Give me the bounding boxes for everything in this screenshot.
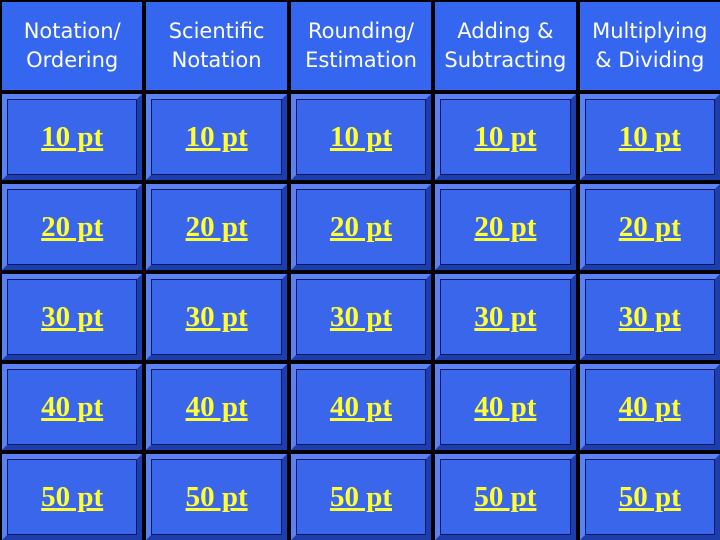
- point-value-link[interactable]: 40 pt: [330, 391, 392, 424]
- category-header: Rounding/ Estimation: [290, 2, 432, 90]
- point-value-link[interactable]: 40 pt: [474, 391, 536, 424]
- question-tile[interactable]: 10 pt: [146, 94, 287, 180]
- point-value-link[interactable]: 10 pt: [619, 121, 681, 154]
- point-value-link[interactable]: 30 pt: [619, 301, 681, 334]
- category-header: Notation/ Ordering: [2, 2, 143, 90]
- point-value-link[interactable]: 40 pt: [41, 391, 103, 424]
- question-tile[interactable]: 50 pt: [146, 454, 287, 540]
- point-value-link[interactable]: 30 pt: [474, 301, 536, 334]
- question-tile[interactable]: 30 pt: [579, 274, 720, 360]
- question-tile[interactable]: 10 pt: [2, 94, 143, 180]
- point-value-link[interactable]: 50 pt: [186, 481, 248, 514]
- point-value-link[interactable]: 30 pt: [186, 301, 248, 334]
- point-value-link[interactable]: 50 pt: [41, 481, 103, 514]
- point-value-link[interactable]: 20 pt: [474, 211, 536, 244]
- point-value-link[interactable]: 40 pt: [619, 391, 681, 424]
- question-tile[interactable]: 30 pt: [146, 274, 287, 360]
- point-value-link[interactable]: 10 pt: [474, 121, 536, 154]
- jeopardy-board: Notation/ Ordering Scientific Notation Rou…: [0, 0, 720, 540]
- point-value-link[interactable]: 10 pt: [186, 121, 248, 154]
- question-tile[interactable]: 10 pt: [290, 94, 432, 180]
- question-tile[interactable]: 20 pt: [290, 184, 432, 270]
- point-value-link[interactable]: 20 pt: [186, 211, 248, 244]
- category-header: Adding & Subtracting: [435, 2, 576, 90]
- point-value-link[interactable]: 20 pt: [330, 211, 392, 244]
- question-tile[interactable]: 40 pt: [146, 364, 287, 450]
- question-tile[interactable]: 20 pt: [435, 184, 576, 270]
- question-tile[interactable]: 20 pt: [146, 184, 287, 270]
- point-value-link[interactable]: 40 pt: [186, 391, 248, 424]
- point-value-link[interactable]: 50 pt: [619, 481, 681, 514]
- point-value-link[interactable]: 30 pt: [330, 301, 392, 334]
- question-tile[interactable]: 20 pt: [579, 184, 720, 270]
- point-value-link[interactable]: 50 pt: [474, 481, 536, 514]
- question-tile[interactable]: 40 pt: [579, 364, 720, 450]
- point-value-link[interactable]: 10 pt: [330, 121, 392, 154]
- question-tile[interactable]: 30 pt: [2, 274, 143, 360]
- question-tile[interactable]: 40 pt: [435, 364, 576, 450]
- question-tile[interactable]: 40 pt: [2, 364, 143, 450]
- question-tile[interactable]: 40 pt: [290, 364, 432, 450]
- point-value-link[interactable]: 50 pt: [330, 481, 392, 514]
- question-tile[interactable]: 10 pt: [579, 94, 720, 180]
- point-value-link[interactable]: 20 pt: [619, 211, 681, 244]
- question-tile[interactable]: 50 pt: [579, 454, 720, 540]
- category-header: Multiplying & Dividing: [579, 2, 720, 90]
- question-tile[interactable]: 50 pt: [435, 454, 576, 540]
- point-value-link[interactable]: 10 pt: [41, 121, 103, 154]
- question-tile[interactable]: 30 pt: [435, 274, 576, 360]
- question-tile[interactable]: 20 pt: [2, 184, 143, 270]
- question-tile[interactable]: 50 pt: [290, 454, 432, 540]
- category-header: Scientific Notation: [146, 2, 287, 90]
- point-value-link[interactable]: 30 pt: [41, 301, 103, 334]
- question-tile[interactable]: 50 pt: [2, 454, 143, 540]
- point-value-link[interactable]: 20 pt: [41, 211, 103, 244]
- question-tile[interactable]: 30 pt: [290, 274, 432, 360]
- question-tile[interactable]: 10 pt: [435, 94, 576, 180]
